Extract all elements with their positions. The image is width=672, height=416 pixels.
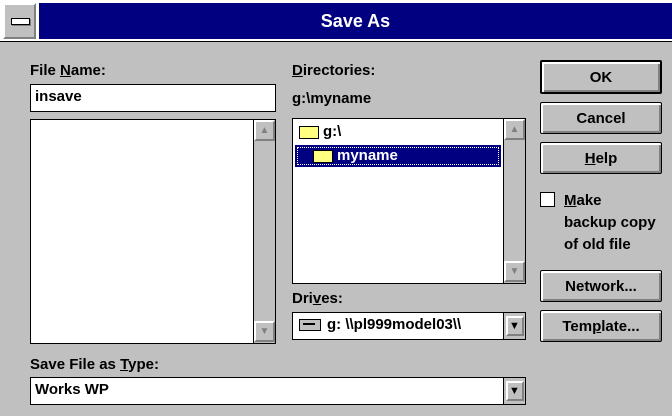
directory-item-g-root[interactable]: g:\ [299, 122, 341, 142]
drives-value: g: \\pl999model03\\ [327, 316, 462, 333]
open-folder-icon [313, 149, 333, 163]
window-title: Save As [39, 3, 672, 39]
scroll-down-arrow-icon[interactable]: ▼ [254, 321, 275, 342]
scroll-down-arrow-icon[interactable]: ▼ [504, 261, 525, 282]
current-directory-path: g:\myname [292, 90, 372, 107]
help-button[interactable]: Help [540, 142, 662, 174]
template-button[interactable]: Tem p late... [540, 310, 662, 342]
drives-dropdown-button[interactable]: ▼ [503, 313, 525, 339]
directories-label: Directories: [292, 62, 376, 79]
file-list-scrollbar[interactable]: ▲ ▼ [253, 120, 275, 343]
directory-item-myname[interactable]: myname [295, 145, 501, 167]
drives-value-row: g: \\pl999model03\\ [299, 316, 499, 333]
ok-button[interactable]: OK [540, 60, 662, 94]
system-menu-button[interactable] [3, 3, 36, 39]
scroll-up-arrow-icon[interactable]: ▲ [254, 120, 275, 141]
drives-dropdown[interactable]: g: \\pl999model03\\ ▼ [292, 312, 526, 340]
save-type-label: Save File as Type: [30, 356, 159, 373]
save-type-dropdown[interactable]: Works WP ▼ [30, 377, 526, 405]
open-folder-icon [299, 125, 319, 139]
file-list[interactable]: ▲ ▼ [30, 119, 276, 344]
system-menu-icon [11, 18, 30, 25]
file-name-value: insave [35, 88, 82, 105]
network-drive-icon [299, 319, 321, 332]
scroll-up-arrow-icon[interactable]: ▲ [504, 119, 525, 140]
network-button[interactable]: Network... [540, 270, 662, 302]
file-name-input[interactable]: insave [30, 84, 276, 112]
save-type-dropdown-button[interactable]: ▼ [503, 378, 525, 404]
backup-checkbox[interactable] [540, 192, 555, 207]
file-name-label: File Name: [30, 62, 106, 79]
cancel-button[interactable]: Cancel [540, 102, 662, 134]
save-type-value: Works WP [35, 381, 109, 398]
directory-list-scrollbar[interactable]: ▲ ▼ [503, 119, 525, 283]
directory-list[interactable]: g:\ myname ▲ ▼ [292, 118, 526, 284]
backup-checkbox-label[interactable]: Make backup copy of old file [564, 190, 656, 256]
dropdown-arrow-icon: ▼ [505, 316, 524, 336]
title-bar[interactable]: Save As [0, 0, 672, 42]
dropdown-arrow-icon: ▼ [505, 381, 524, 401]
drives-label: Drives: [292, 290, 343, 307]
